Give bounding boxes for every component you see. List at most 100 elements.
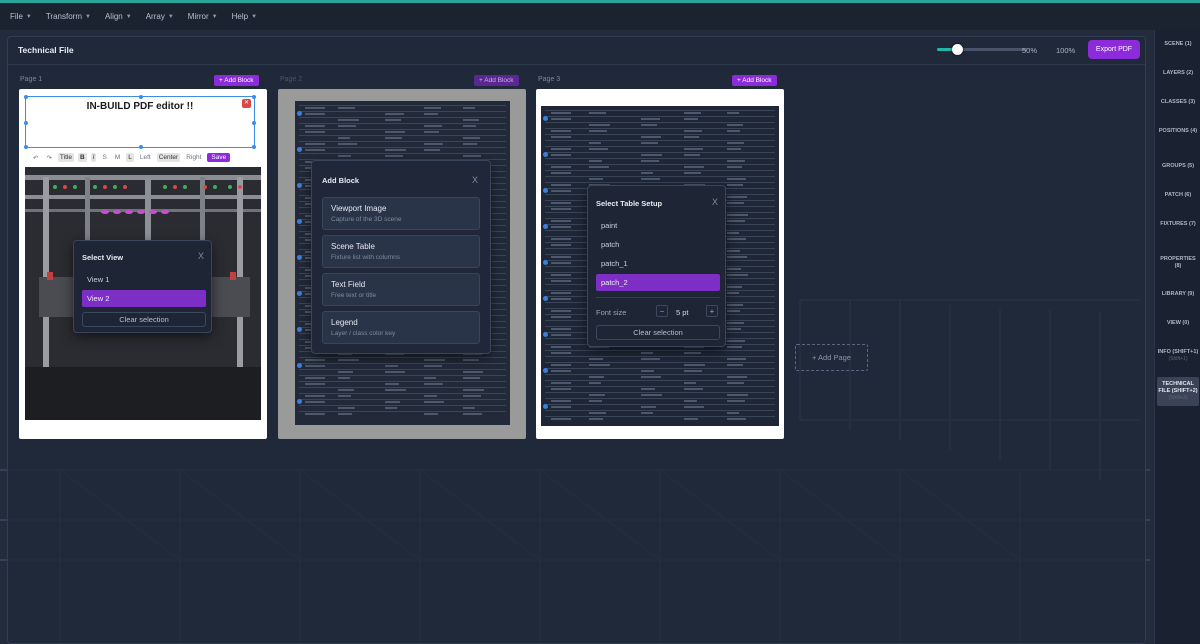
group-marker-icon [543,260,548,265]
sidebar-item-scene[interactable]: SCENE (1) [1157,41,1199,48]
table-cell-placeholder [727,328,741,330]
sidebar-item-technical-file[interactable]: TECHNICAL FILE (SHIFT+2) (Shift+2) [1157,377,1199,406]
font-size-increase-button[interactable]: + [706,305,718,317]
resize-handle[interactable] [139,145,143,149]
clear-table-selection-button[interactable]: Clear selection [596,325,720,340]
zoom-slider[interactable] [937,44,1027,55]
add-legend-option[interactable]: Legend Layer / class color key [322,311,480,344]
table-cell-placeholder [589,358,603,360]
table-cell-placeholder [589,178,603,180]
table-cell-placeholder [385,389,406,391]
close-icon[interactable]: X [712,197,718,207]
sidebar-item-classes[interactable]: CLASSES (3) [1157,99,1199,106]
table-row-line [299,411,506,412]
page-1-add-block-button[interactable]: + Add Block [214,75,259,86]
close-icon[interactable]: X [472,175,478,185]
table-cell-placeholder [338,377,350,379]
size-l-button[interactable]: L [126,153,134,162]
table-row-line [545,368,775,369]
sidebar-item-view[interactable]: VIEW (0) [1157,320,1199,327]
table-cell-placeholder [589,412,606,414]
page-3-add-block-button[interactable]: + Add Block [732,75,777,86]
font-size-decrease-button[interactable]: − [656,305,668,317]
resize-handle[interactable] [24,121,28,125]
table-cell-placeholder [684,130,702,132]
table-cell-placeholder [338,107,355,109]
resize-handle[interactable] [252,121,256,125]
table-setup-option[interactable]: patch_1 [596,255,720,272]
sidebar-item-fixtures[interactable]: FIXTURES (7) [1157,221,1199,228]
table-cell-placeholder [551,334,571,336]
table-cell-placeholder [463,359,479,361]
menu-file[interactable]: File ▼ [10,12,40,21]
resize-handle[interactable] [24,95,28,99]
align-left-button[interactable]: Left [138,153,153,162]
sidebar-item-patch[interactable]: PATCH (6) [1157,192,1199,199]
table-cell-placeholder [338,359,359,361]
table-row-line [545,404,775,405]
resize-handle[interactable] [252,95,256,99]
table-setup-option[interactable]: patch [596,236,720,253]
table-cell-placeholder [684,154,700,156]
align-right-button[interactable]: Right [184,153,203,162]
table-setup-option-selected[interactable]: patch_2 [596,274,720,291]
redo-icon[interactable]: ↷ [44,153,53,163]
text-field-content[interactable]: IN-BUILD PDF editor !! [26,101,254,112]
sidebar-item-layers[interactable]: LAYERS (2) [1157,70,1199,77]
sidebar-item-properties[interactable]: PROPERTIES (8) [1157,256,1199,270]
table-cell-placeholder [641,172,653,174]
sidebar-item-groups[interactable]: GROUPS (5) [1157,163,1199,170]
resize-handle[interactable] [24,145,28,149]
menu-transform[interactable]: Transform ▼ [46,12,99,21]
save-button[interactable]: Save [207,153,231,162]
add-scene-table-option[interactable]: Scene Table Fixture list with columns [322,235,480,268]
close-icon[interactable]: X [198,251,204,261]
table-cell-placeholder [551,364,571,366]
view-option-2[interactable]: View 2 [82,290,206,307]
table-cell-placeholder [551,226,571,228]
table-cell-placeholder [463,413,482,415]
add-page-button[interactable]: + Add Page [795,344,868,371]
menu-array[interactable]: Array ▼ [146,12,182,21]
sidebar-item-label: INFO (SHIFT+1) [1157,349,1199,355]
clear-view-selection-button[interactable]: Clear selection [82,312,206,327]
table-cell-placeholder [589,418,603,420]
undo-icon[interactable]: ↶ [31,153,40,163]
italic-button[interactable]: I [90,153,97,162]
sidebar-item-library[interactable]: LIBRARY (9) [1157,291,1199,298]
group-marker-icon [543,368,548,373]
resize-handle[interactable] [139,95,143,99]
font-size-value: 5 pt [676,308,689,317]
table-cell-placeholder [463,155,481,157]
table-cell-placeholder [385,131,405,133]
menu-mirror-label: Mirror [187,12,209,21]
bold-button[interactable]: B [77,153,87,162]
text-field-block[interactable]: IN-BUILD PDF editor !! ✕ [24,95,256,149]
menu-align[interactable]: Align ▼ [105,12,140,21]
table-cell-placeholder [338,137,350,139]
resize-handle[interactable] [252,145,256,149]
menu-mirror[interactable]: Mirror ▼ [188,12,226,21]
export-pdf-button[interactable]: Export PDF [1088,40,1140,59]
table-cell-placeholder [727,178,746,180]
page-2-add-block-button[interactable]: + Add Block [474,75,519,86]
size-m-button[interactable]: M [113,153,122,162]
sidebar-item-info[interactable]: INFO (SHIFT+1) (Shift+1) [1157,349,1199,363]
delete-block-button[interactable]: ✕ [242,99,251,108]
add-text-field-option[interactable]: Text Field Free text or title [322,273,480,306]
table-cell-placeholder [727,166,742,168]
title-style-button[interactable]: Title [57,153,74,162]
view-option-1[interactable]: View 1 [82,271,206,288]
zoom-slider-thumb[interactable] [952,44,964,55]
table-cell-placeholder [463,125,476,127]
sidebar-item-positions[interactable]: POSITIONS (4) [1157,128,1199,135]
table-cell-placeholder [684,136,699,138]
align-center-button[interactable]: Center [156,153,181,162]
table-cell-placeholder [551,406,571,408]
table-setup-option[interactable]: paint [596,217,720,234]
menu-help[interactable]: Help ▼ [232,12,265,21]
add-viewport-image-option[interactable]: Viewport Image Capture of the 3D scene [322,197,480,230]
option-title: Viewport Image [331,204,387,213]
table-cell-placeholder [551,166,571,168]
size-s-button[interactable]: S [100,153,108,162]
